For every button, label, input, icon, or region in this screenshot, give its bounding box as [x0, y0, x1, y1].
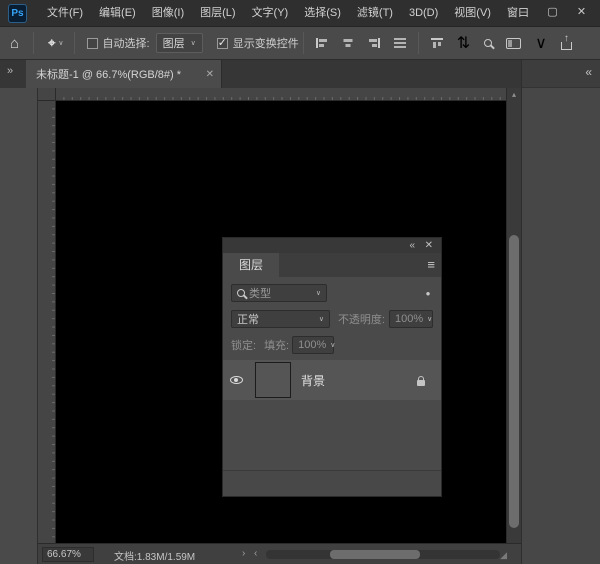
right-panel-header: «	[522, 60, 600, 88]
horizontal-ruler	[38, 88, 506, 101]
tab-layers[interactable]: 图层	[223, 253, 279, 277]
vertical-scrollbar-thumb[interactable]	[509, 235, 519, 528]
workspace-switcher-icon[interactable]	[506, 38, 521, 49]
maximize-button[interactable]: ▢	[538, 0, 567, 26]
separator	[74, 32, 75, 54]
tab-close-icon[interactable]: ✕	[199, 69, 221, 80]
layer-name: 背景	[301, 372, 325, 389]
lock-label: 锁定:	[231, 337, 256, 353]
panel-close-icon[interactable]: ✕	[425, 239, 433, 252]
fill-label: 填充:	[264, 337, 289, 353]
filter-type-label: 类型	[249, 285, 271, 301]
options-bar: ⌂ ⌖∨ 自动选择: 图层∨ 显示变换控件 ⇅∨	[0, 27, 600, 60]
show-transform-checkbox[interactable]	[217, 38, 228, 49]
layers-panel-footer	[223, 470, 441, 496]
menubar: 文件(F)编辑(E)图像(I)图层(L)文字(Y)选择(S)滤镜(T)3D(D)…	[39, 0, 537, 26]
opacity-label: 不透明度:	[338, 311, 385, 327]
menu-item[interactable]: 图层(L)	[192, 0, 243, 26]
resize-grip-icon[interactable]: ◢	[500, 550, 507, 561]
align-right-edges-icon[interactable]	[368, 38, 380, 48]
fill-value: 100%	[298, 339, 326, 351]
document-tab-title: 未标题-1 @ 66.7%(RGB/8#) *	[26, 66, 181, 82]
options-right-buttons: ⇅∨	[423, 33, 580, 53]
auto-select-checkbox[interactable]	[87, 38, 98, 49]
opacity-value: 100%	[395, 313, 423, 325]
menu-item[interactable]: 编辑(E)	[91, 0, 144, 26]
chevron-down-icon: ∨	[58, 39, 63, 47]
panel-menu-icon[interactable]: ≡	[427, 257, 435, 272]
menu-item[interactable]: 文件(F)	[39, 0, 91, 26]
scroll-up-icon[interactable]: ▴	[507, 90, 521, 99]
home-icon[interactable]: ⌂	[0, 35, 29, 52]
separator	[303, 32, 304, 54]
move-tool-icon: ⌖	[48, 35, 55, 51]
close-button[interactable]: ✕	[567, 0, 596, 26]
current-tool-button[interactable]: ⌖∨	[38, 35, 69, 51]
chevron-down-icon[interactable]: ∨	[535, 33, 547, 53]
separator	[33, 32, 34, 54]
layer-thumbnail[interactable]	[255, 362, 291, 398]
transform-3d-icon[interactable]: ⇅	[457, 33, 470, 53]
horizontal-scrollbar-thumb[interactable]	[330, 550, 420, 559]
minimize-button[interactable]: –	[509, 0, 538, 26]
layer-filter-search[interactable]: 类型 ∨	[231, 284, 327, 302]
layer-row-background[interactable]: 背景	[223, 360, 441, 400]
chevron-down-icon: ∨	[319, 315, 324, 323]
menu-item[interactable]: 3D(D)	[401, 0, 446, 26]
show-transform-label: 显示变换控件	[233, 35, 299, 51]
panel-collapse-icon[interactable]: «	[585, 65, 592, 79]
lock-icon	[417, 380, 425, 386]
document-tab-bar: » 未标题-1 @ 66.7%(RGB/8#) * ✕	[0, 60, 521, 88]
menu-item[interactable]: 图像(I)	[144, 0, 192, 26]
menu-item[interactable]: 滤镜(T)	[349, 0, 401, 26]
layers-panel-titlebar: « ✕	[223, 238, 441, 253]
auto-select-target-dropdown[interactable]: 图层 ∨	[156, 33, 203, 53]
zoom-level-input[interactable]: 66.67%	[42, 547, 94, 562]
status-bar: 66.67% 文档:1.83M/1.59M › ‹ ◢	[38, 543, 521, 564]
share-image-icon[interactable]	[561, 42, 572, 50]
menu-item[interactable]: 选择(S)	[296, 0, 349, 26]
align-top-edges-icon[interactable]	[431, 38, 443, 48]
align-left-edges-icon[interactable]	[316, 38, 328, 48]
right-panel-dock: «	[521, 60, 600, 564]
chevron-down-icon: ∨	[427, 315, 432, 323]
align-buttons	[308, 38, 414, 48]
layers-panel: « ✕ 图层 ≡ 类型 ∨ ● 正常 ∨ 不透明度: 100%	[222, 237, 442, 497]
ruler-corner	[38, 88, 56, 101]
blend-mode-value: 正常	[237, 311, 259, 327]
photoshop-logo-icon: Ps	[8, 4, 27, 23]
chevron-down-icon: ∨	[191, 39, 196, 47]
titlebar: Ps 文件(F)编辑(E)图像(I)图层(L)文字(Y)选择(S)滤镜(T)3D…	[0, 0, 600, 27]
auto-select-label: 自动选择:	[103, 35, 150, 51]
eye-icon	[230, 376, 243, 384]
layer-visibility-eye-icon[interactable]	[223, 376, 249, 384]
document-size-info: 文档:1.83M/1.59M	[114, 548, 195, 563]
chevron-down-icon: ∨	[316, 289, 321, 297]
separator	[418, 32, 419, 54]
layers-panel-tabs: 图层 ≡	[223, 253, 441, 277]
document-tab[interactable]: 未标题-1 @ 66.7%(RGB/8#) * ✕	[26, 60, 222, 88]
search-icon	[237, 289, 245, 297]
blend-mode-dropdown[interactable]: 正常 ∨	[231, 310, 330, 328]
layer-lock-icon	[411, 375, 431, 386]
tools-toolbar	[0, 88, 38, 564]
filter-toggle-icon[interactable]: ●	[423, 289, 433, 298]
horizontal-scrollbar[interactable]	[266, 550, 500, 559]
status-proxy-arrow-icon[interactable]: ‹	[254, 548, 257, 559]
search-icon[interactable]	[484, 39, 492, 47]
vertical-scrollbar[interactable]: ▴	[506, 88, 521, 543]
chevron-down-icon: ∨	[330, 341, 335, 349]
vertical-ruler	[38, 101, 56, 564]
toolbar-expand-icon[interactable]: »	[7, 65, 13, 77]
panel-collapse-icon[interactable]: «	[409, 239, 415, 252]
status-proxy-arrow-icon[interactable]: ›	[242, 548, 245, 559]
menu-item[interactable]: 视图(V)	[446, 0, 499, 26]
fill-input[interactable]: 100% ∨	[292, 336, 334, 354]
opacity-input[interactable]: 100% ∨	[389, 310, 433, 328]
auto-select-value: 图层	[163, 35, 185, 51]
menu-item[interactable]: 文字(Y)	[244, 0, 297, 26]
photoshop-window: Ps 文件(F)编辑(E)图像(I)图层(L)文字(Y)选择(S)滤镜(T)3D…	[0, 0, 600, 564]
align-horizontal-centers-icon[interactable]	[342, 38, 354, 48]
distribute-vertical-centers-icon[interactable]	[394, 38, 406, 48]
